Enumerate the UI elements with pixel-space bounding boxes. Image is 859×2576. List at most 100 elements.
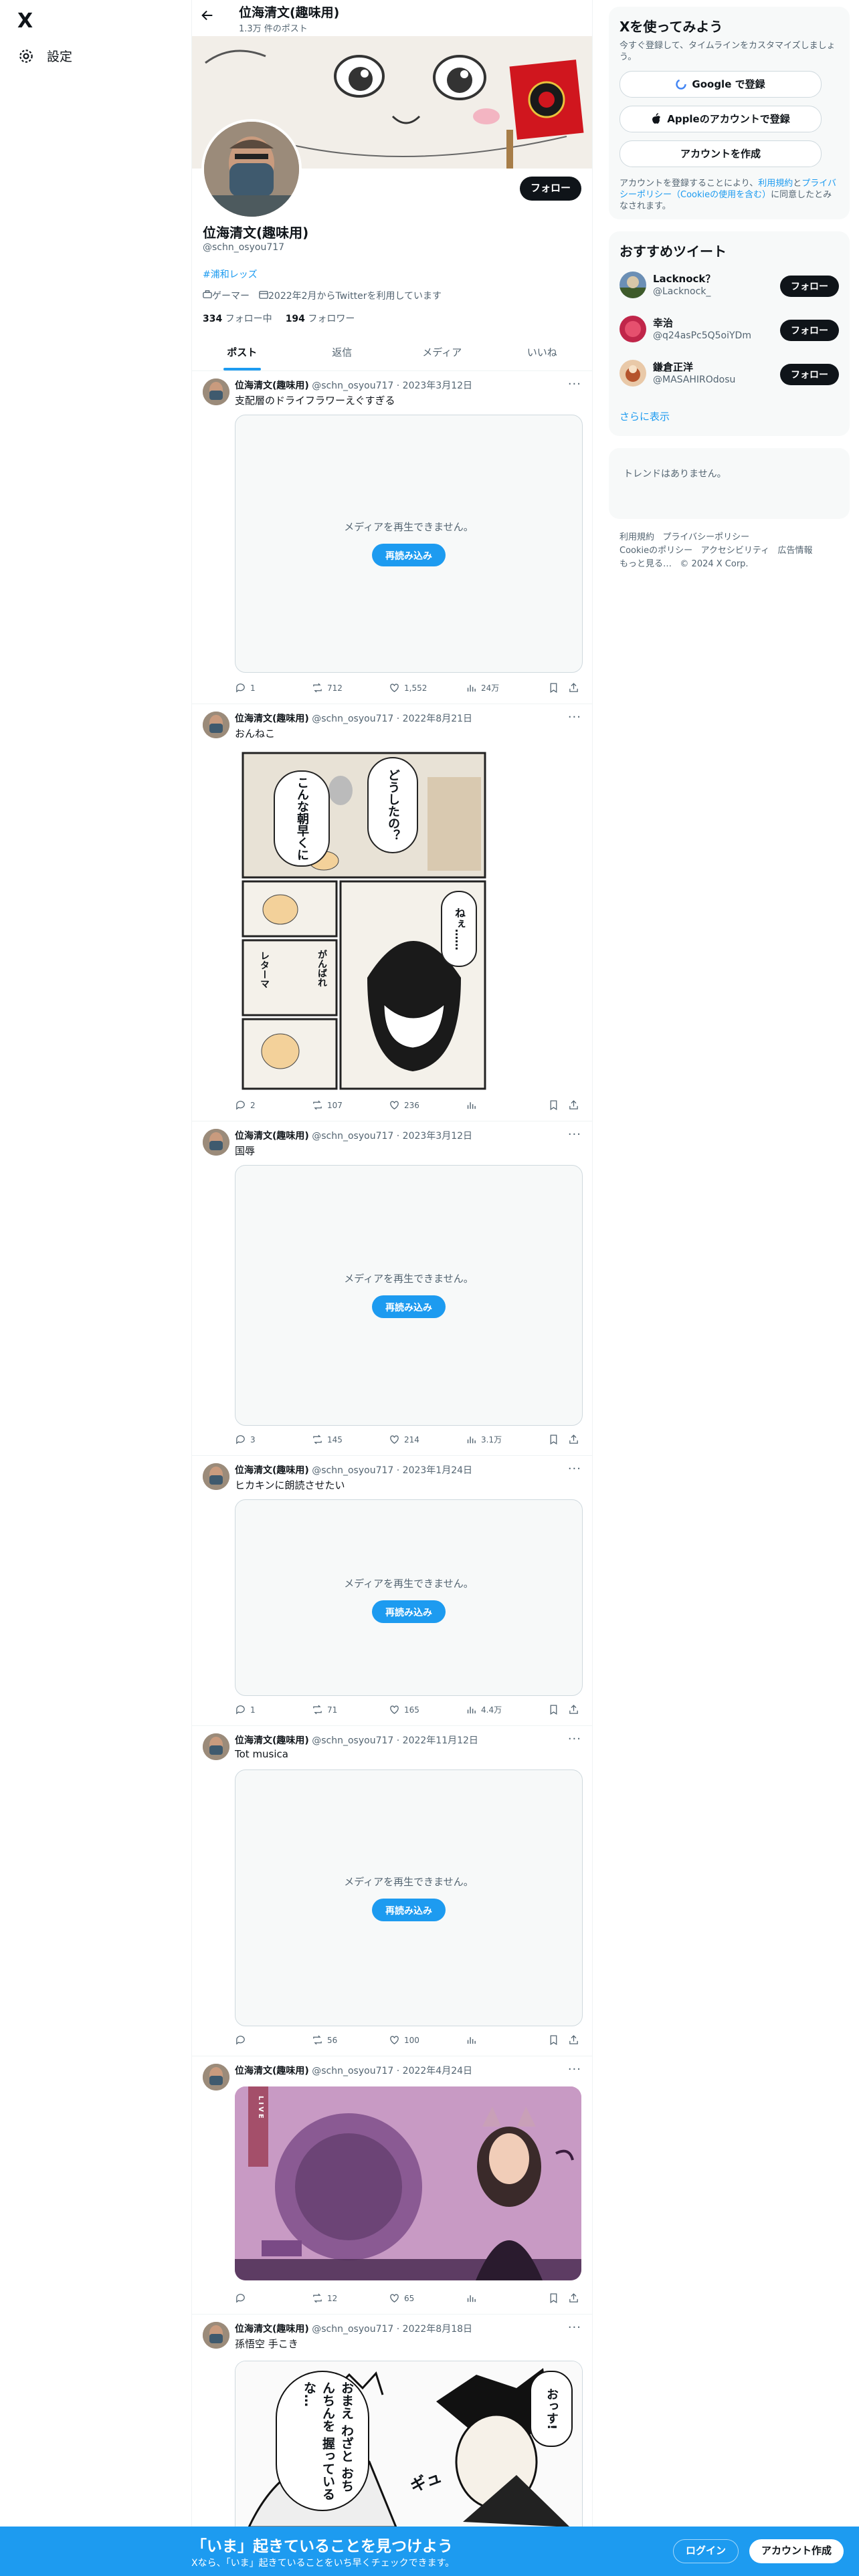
recommend-user[interactable]: 幸治 @q24asPc5Q5oiYDm フォロー — [619, 312, 839, 345]
create-account-button[interactable]: アカウントを作成 — [619, 140, 822, 167]
bookmark-button[interactable] — [548, 682, 559, 693]
bookmark-button[interactable] — [548, 1099, 559, 1111]
like-button[interactable]: 214 — [389, 1434, 419, 1445]
retweet-button[interactable]: 712 — [312, 682, 343, 693]
tweet-date[interactable]: 2023年3月12日 — [403, 1131, 472, 1142]
show-more-link[interactable]: さらに表示 — [619, 409, 670, 423]
follow-button[interactable]: フォロー — [780, 364, 839, 385]
followers-link[interactable]: 194 フォロワー — [286, 312, 355, 325]
bookmark-button[interactable] — [548, 2292, 559, 2304]
tweet-author[interactable]: 位海清文(趣味用) — [235, 1465, 309, 1476]
more-icon[interactable]: ··· — [568, 1462, 581, 1476]
avatar[interactable] — [619, 360, 646, 387]
views-button[interactable]: 24万 — [466, 682, 499, 693]
tweet[interactable]: 位海清文(趣味用) @schn_osyou717 · 2023年1月24日 ··… — [192, 1455, 592, 1726]
tweet[interactable]: 位海清文(趣味用) @schn_osyou717 · 2022年11月12日 ·… — [192, 1725, 592, 2056]
reload-button[interactable]: 再読み込み — [372, 1295, 446, 1318]
terms-link[interactable]: 利用規約 — [758, 179, 793, 189]
tweet[interactable]: 位海清文(趣味用) @schn_osyou717 · 2022年8月18日 ··… — [192, 2314, 592, 2527]
avatar[interactable] — [203, 1129, 229, 1156]
avatar[interactable] — [203, 2322, 229, 2349]
x-logo-icon[interactable]: X — [17, 9, 41, 33]
share-button[interactable] — [568, 682, 579, 693]
tab-media[interactable]: メディア — [392, 334, 492, 370]
tweet-author[interactable]: 位海清文(趣味用) — [235, 714, 309, 724]
avatar[interactable] — [203, 1733, 229, 1760]
follow-button[interactable]: フォロー — [519, 177, 581, 201]
share-button[interactable] — [568, 2034, 579, 2046]
tweet-date[interactable]: 2023年3月12日 — [403, 381, 472, 391]
manga-image[interactable]: どうしたの？ こんな朝早くに ねぇ…… がんばれ レターマ — [240, 750, 488, 1091]
more-icon[interactable]: ··· — [568, 1128, 581, 1142]
avatar[interactable] — [203, 1463, 229, 1490]
profile-avatar[interactable] — [201, 119, 302, 219]
tweet-date[interactable]: 2022年4月24日 — [403, 2066, 472, 2076]
avatar[interactable] — [619, 316, 646, 342]
more-icon[interactable]: ··· — [568, 2062, 581, 2076]
avatar[interactable] — [203, 379, 229, 405]
share-button[interactable] — [568, 1434, 579, 1445]
share-button[interactable] — [568, 1704, 579, 1715]
tweet-date[interactable]: 2022年8月21日 — [403, 714, 472, 724]
retweet-button[interactable]: 145 — [312, 1434, 343, 1445]
avatar[interactable] — [203, 2064, 229, 2090]
tweet-date[interactable]: 2022年11月12日 — [403, 1735, 478, 1746]
like-button[interactable]: 1,552 — [389, 682, 427, 693]
retweet-button[interactable]: 12 — [312, 2292, 337, 2304]
bookmark-button[interactable] — [548, 1434, 559, 1445]
tweet-author[interactable]: 位海清文(趣味用) — [235, 2066, 309, 2076]
reload-button[interactable]: 再読み込み — [372, 544, 446, 566]
avatar[interactable] — [619, 272, 646, 298]
tweet[interactable]: 位海清文(趣味用) @schn_osyou717 · 2022年4月24日 ··… — [192, 2056, 592, 2315]
share-button[interactable] — [568, 2292, 579, 2304]
tab-replies[interactable]: 返信 — [292, 334, 393, 370]
follow-button[interactable]: フォロー — [780, 320, 839, 341]
footer-cookie-link[interactable]: Cookieのポリシー — [619, 546, 692, 556]
like-button[interactable]: 100 — [389, 2034, 419, 2046]
comic-image[interactable]: おっす! おまえ わざと おちんちんを 握っているな… ギュ — [235, 2361, 583, 2527]
views-button[interactable] — [466, 2034, 477, 2046]
tweet[interactable]: 位海清文(趣味用) @schn_osyou717 · 2022年8月21日 ··… — [192, 704, 592, 1121]
tweet-date[interactable]: 2022年8月18日 — [403, 2324, 472, 2335]
tab-likes[interactable]: いいね — [492, 334, 593, 370]
settings-link[interactable]: 設定 — [17, 47, 72, 65]
reply-button[interactable]: 2 — [235, 1099, 256, 1111]
more-icon[interactable]: ··· — [568, 1732, 581, 1746]
tweet[interactable]: 位海清文(趣味用) @schn_osyou717 · 2023年3月12日 ··… — [192, 1121, 592, 1456]
tweet-author[interactable]: 位海清文(趣味用) — [235, 381, 309, 391]
follow-button[interactable]: フォロー — [780, 276, 839, 297]
bookmark-button[interactable] — [548, 2034, 559, 2046]
tab-posts[interactable]: ポスト — [192, 334, 292, 370]
footer-terms-link[interactable]: 利用規約 — [619, 532, 654, 542]
footer-more-link[interactable]: もっと見る… — [619, 559, 672, 569]
tweet-author[interactable]: 位海清文(趣味用) — [235, 2324, 309, 2335]
signup-button[interactable]: アカウント作成 — [749, 2539, 844, 2563]
reply-button[interactable] — [235, 2292, 246, 2304]
like-button[interactable]: 236 — [389, 1099, 419, 1111]
retweet-button[interactable]: 56 — [312, 2034, 337, 2046]
tweet-author[interactable]: 位海清文(趣味用) — [235, 1735, 309, 1746]
reply-button[interactable] — [235, 2034, 246, 2046]
reply-button[interactable]: 1 — [235, 1704, 256, 1715]
stream-image[interactable]: LIVE — [235, 2086, 581, 2280]
share-button[interactable] — [568, 1099, 579, 1111]
google-signup-button[interactable]: Google で登録 — [619, 71, 822, 98]
recommend-user[interactable]: Lacknock？ @Lacknock_ フォロー — [619, 267, 839, 301]
reply-button[interactable]: 1 — [235, 682, 256, 693]
bookmark-button[interactable] — [548, 1704, 559, 1715]
tweet[interactable]: 位海清文(趣味用) @schn_osyou717 · 2023年3月12日 ··… — [192, 370, 592, 704]
login-button[interactable]: ログイン — [673, 2539, 739, 2563]
recommend-user[interactable]: 鎌倉正洋 @MASAHIROdosu フォロー — [619, 356, 839, 389]
apple-signup-button[interactable]: Appleのアカウントで登録 — [619, 106, 822, 132]
like-button[interactable]: 65 — [389, 2292, 414, 2304]
reply-button[interactable]: 3 — [235, 1434, 256, 1445]
footer-accessibility-link[interactable]: アクセシビリティ — [701, 546, 770, 556]
reload-button[interactable]: 再読み込み — [372, 1899, 446, 1921]
avatar[interactable] — [203, 712, 229, 738]
views-button[interactable]: 3.1万 — [466, 1434, 502, 1445]
tweet-author[interactable]: 位海清文(趣味用) — [235, 1131, 309, 1142]
more-icon[interactable]: ··· — [568, 710, 581, 724]
retweet-button[interactable]: 107 — [312, 1099, 343, 1111]
footer-privacy-link[interactable]: プライバシーポリシー — [662, 532, 749, 542]
reload-button[interactable]: 再読み込み — [372, 1600, 446, 1623]
